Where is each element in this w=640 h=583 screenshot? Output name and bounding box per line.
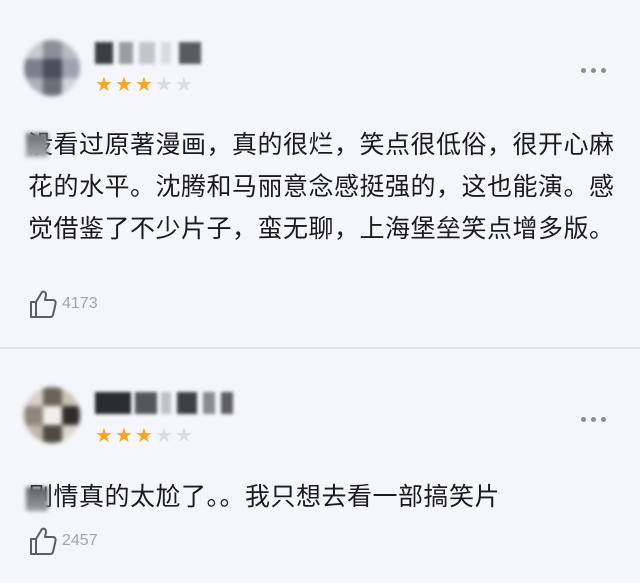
review-text: 剧情真的太尬了。。我只想去看一部搞笑片 bbox=[28, 482, 501, 511]
star-icon: ★ bbox=[175, 72, 193, 96]
thumbs-up-icon bbox=[30, 527, 57, 555]
star-rating: ★ ★ ★ ★ ★ bbox=[95, 423, 193, 447]
star-icon: ★ bbox=[115, 423, 133, 447]
star-rating: ★ ★ ★ ★ ★ bbox=[95, 72, 193, 96]
star-icon: ★ bbox=[155, 423, 173, 447]
star-icon: ★ bbox=[95, 423, 113, 447]
more-dots-icon[interactable] bbox=[581, 417, 606, 422]
star-icon: ★ bbox=[155, 72, 173, 96]
redaction-blur bbox=[26, 133, 48, 157]
more-dots-icon[interactable] bbox=[581, 68, 606, 73]
review-card: ★ ★ ★ ★ ★ 剧情真的太尬了。。我只想去看一部搞笑片 2457 bbox=[0, 350, 640, 583]
star-icon: ★ bbox=[95, 72, 113, 96]
redaction-blur bbox=[26, 487, 48, 511]
avatar[interactable] bbox=[24, 40, 80, 96]
username-redacted[interactable] bbox=[95, 392, 235, 414]
like-button[interactable]: 4173 bbox=[28, 289, 98, 319]
divider bbox=[0, 347, 640, 349]
avatar[interactable] bbox=[24, 387, 80, 443]
star-icon: ★ bbox=[175, 423, 193, 447]
review-card: ★ ★ ★ ★ ★ 没看过原著漫画，真的很烂，笑点很低俗，很开心麻花的水平。沈腾… bbox=[0, 0, 640, 348]
username-redacted[interactable] bbox=[95, 42, 205, 64]
like-count: 4173 bbox=[62, 295, 98, 312]
review-feed: ★ ★ ★ ★ ★ 没看过原著漫画，真的很烂，笑点很低俗，很开心麻花的水平。沈腾… bbox=[0, 0, 640, 583]
star-icon: ★ bbox=[135, 423, 153, 447]
star-icon: ★ bbox=[135, 72, 153, 96]
like-button[interactable]: 2457 bbox=[28, 526, 98, 556]
like-count: 2457 bbox=[62, 532, 98, 549]
star-icon: ★ bbox=[115, 72, 133, 96]
thumbs-up-icon bbox=[30, 290, 57, 318]
review-text: 没看过原著漫画，真的很烂，笑点很低俗，很开心麻花的水平。沈腾和马丽意念感挺强的，… bbox=[28, 130, 615, 243]
